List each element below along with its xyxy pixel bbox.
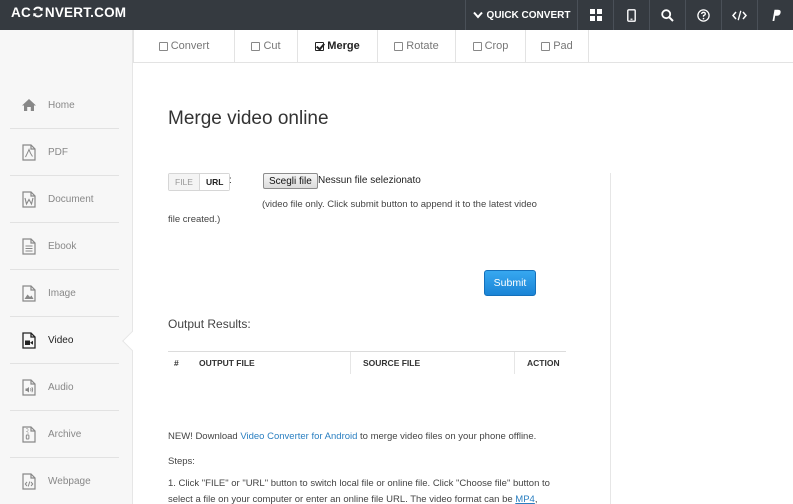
video-icon bbox=[20, 331, 38, 349]
tab-crop[interactable]: Crop bbox=[456, 30, 526, 62]
column-header-action: ACTION bbox=[527, 358, 560, 368]
tab-label: Convert bbox=[170, 40, 210, 52]
tab-rotate[interactable]: Rotate bbox=[378, 30, 456, 62]
sidebar-item-ebook[interactable]: Ebook bbox=[10, 223, 119, 270]
tab-convert[interactable]: Convert bbox=[134, 30, 235, 62]
mobile-icon bbox=[627, 8, 636, 22]
checked-checkbox-icon bbox=[315, 41, 325, 51]
tab-pad[interactable]: Pad bbox=[526, 30, 589, 62]
help-button[interactable] bbox=[685, 0, 721, 30]
content-divider bbox=[610, 173, 611, 504]
sidebar-item-audio[interactable]: Audio bbox=[10, 364, 119, 411]
pdf-icon bbox=[20, 143, 38, 161]
choose-file-button[interactable]: Scegli file bbox=[263, 173, 318, 189]
top-nav-actions: QUICK CONVERT bbox=[465, 0, 793, 30]
promo-suffix: to merge video files on your phone offli… bbox=[357, 431, 537, 442]
paypal-button[interactable] bbox=[757, 0, 793, 30]
sidebar-item-label: Document bbox=[48, 193, 94, 205]
help-icon bbox=[697, 8, 710, 22]
home-icon bbox=[20, 96, 38, 114]
mp4-link[interactable]: MP4 bbox=[515, 494, 535, 504]
tab-label: Pad bbox=[553, 40, 573, 52]
sidebar-item-pdf[interactable]: PDF bbox=[10, 129, 119, 176]
paypal-icon bbox=[772, 9, 781, 21]
tab-label: Rotate bbox=[406, 40, 439, 52]
chevron-down-icon bbox=[472, 11, 483, 19]
quick-convert-button[interactable]: QUICK CONVERT bbox=[465, 0, 577, 30]
code-icon bbox=[732, 10, 747, 20]
sidebar-item-image[interactable]: Image bbox=[10, 270, 119, 317]
sidebar: Home PDF Document Ebook Image Video Audi… bbox=[0, 30, 133, 504]
tab-label: Crop bbox=[484, 40, 509, 52]
webpage-icon bbox=[20, 472, 38, 490]
code-button[interactable] bbox=[721, 0, 757, 30]
steps-label: Steps: bbox=[168, 456, 195, 467]
checkbox-icon bbox=[394, 41, 404, 51]
help-text-line1: (video file only. Click submit button to… bbox=[262, 199, 537, 210]
sidebar-item-webpage[interactable]: Webpage bbox=[10, 458, 119, 504]
column-header-output-file: OUTPUT FILE bbox=[199, 358, 255, 368]
logo-text-right: NVERT.COM bbox=[44, 4, 127, 20]
sidebar-item-label: Audio bbox=[48, 381, 74, 393]
android-app-link[interactable]: Video Converter for Android bbox=[240, 431, 357, 442]
tab-cut[interactable]: Cut bbox=[235, 30, 298, 62]
step1-line2: select a file on your computer or enter … bbox=[168, 494, 537, 504]
checkbox-icon bbox=[251, 41, 261, 51]
checkbox-icon bbox=[472, 41, 482, 51]
sidebar-item-video[interactable]: Video bbox=[10, 317, 119, 364]
sidebar-item-home[interactable]: Home bbox=[10, 82, 119, 129]
file-toggle-button[interactable]: FILE bbox=[169, 174, 200, 190]
logo-text-left: AC bbox=[11, 4, 31, 20]
mobile-button[interactable] bbox=[613, 0, 649, 30]
search-icon bbox=[661, 8, 674, 22]
grid-icon bbox=[589, 9, 602, 21]
image-icon bbox=[20, 284, 38, 302]
refresh-icon bbox=[33, 6, 43, 18]
android-promo: NEW! Download Video Converter for Androi… bbox=[168, 431, 536, 442]
sidebar-item-label: PDF bbox=[48, 146, 68, 158]
url-toggle-button[interactable]: URL bbox=[199, 174, 230, 190]
source-toggle: FILE URL bbox=[168, 173, 231, 191]
checkbox-icon bbox=[541, 41, 551, 51]
tab-label: Cut bbox=[263, 40, 281, 52]
top-navbar: AC NVERT.COM QUICK CONVERT bbox=[0, 0, 793, 30]
grid-menu-button[interactable] bbox=[577, 0, 613, 30]
sidebar-item-archive[interactable]: Archive bbox=[10, 411, 119, 458]
promo-prefix: NEW! Download bbox=[168, 431, 241, 442]
tab-label: Merge bbox=[327, 40, 360, 52]
page-title: Merge video online bbox=[168, 108, 329, 129]
sidebar-item-label: Archive bbox=[48, 428, 82, 440]
sidebar-item-label: Home bbox=[48, 99, 75, 111]
audio-icon bbox=[20, 378, 38, 396]
tool-tabs: Convert Cut Merge Rotate Crop Pad bbox=[133, 30, 793, 63]
sidebar-item-document[interactable]: Document bbox=[10, 176, 119, 223]
sidebar-item-label: Image bbox=[48, 287, 76, 299]
ebook-icon bbox=[20, 237, 38, 255]
search-button[interactable] bbox=[649, 0, 685, 30]
help-text-line2: file created.) bbox=[168, 214, 221, 225]
sidebar-item-label: Video bbox=[48, 334, 74, 346]
column-header-number: # bbox=[174, 358, 179, 368]
submit-button[interactable]: Submit bbox=[484, 270, 536, 296]
checkbox-icon bbox=[158, 41, 168, 51]
step1-text: select a file on your computer or enter … bbox=[168, 494, 516, 504]
column-header-source-file: SOURCE FILE bbox=[363, 358, 421, 368]
step1-line1: 1. Click "FILE" or "URL" button to switc… bbox=[168, 478, 550, 489]
quick-convert-label: QUICK CONVERT bbox=[486, 9, 571, 21]
sidebar-item-label: Ebook bbox=[48, 240, 77, 252]
document-icon bbox=[20, 190, 38, 208]
sidebar-item-label: Webpage bbox=[48, 475, 91, 487]
toggle-colon: : bbox=[229, 175, 232, 186]
tab-merge[interactable]: Merge bbox=[298, 30, 378, 62]
output-results-title: Output Results: bbox=[168, 317, 251, 331]
output-results-table: # OUTPUT FILE SOURCE FILE ACTION bbox=[168, 351, 566, 374]
file-status-text: Nessun file selezionato bbox=[318, 175, 421, 186]
step1-end: , bbox=[534, 494, 538, 504]
site-logo[interactable]: AC NVERT.COM bbox=[11, 4, 127, 20]
column-divider bbox=[350, 352, 351, 374]
archive-icon bbox=[20, 425, 38, 443]
column-divider bbox=[514, 352, 515, 374]
